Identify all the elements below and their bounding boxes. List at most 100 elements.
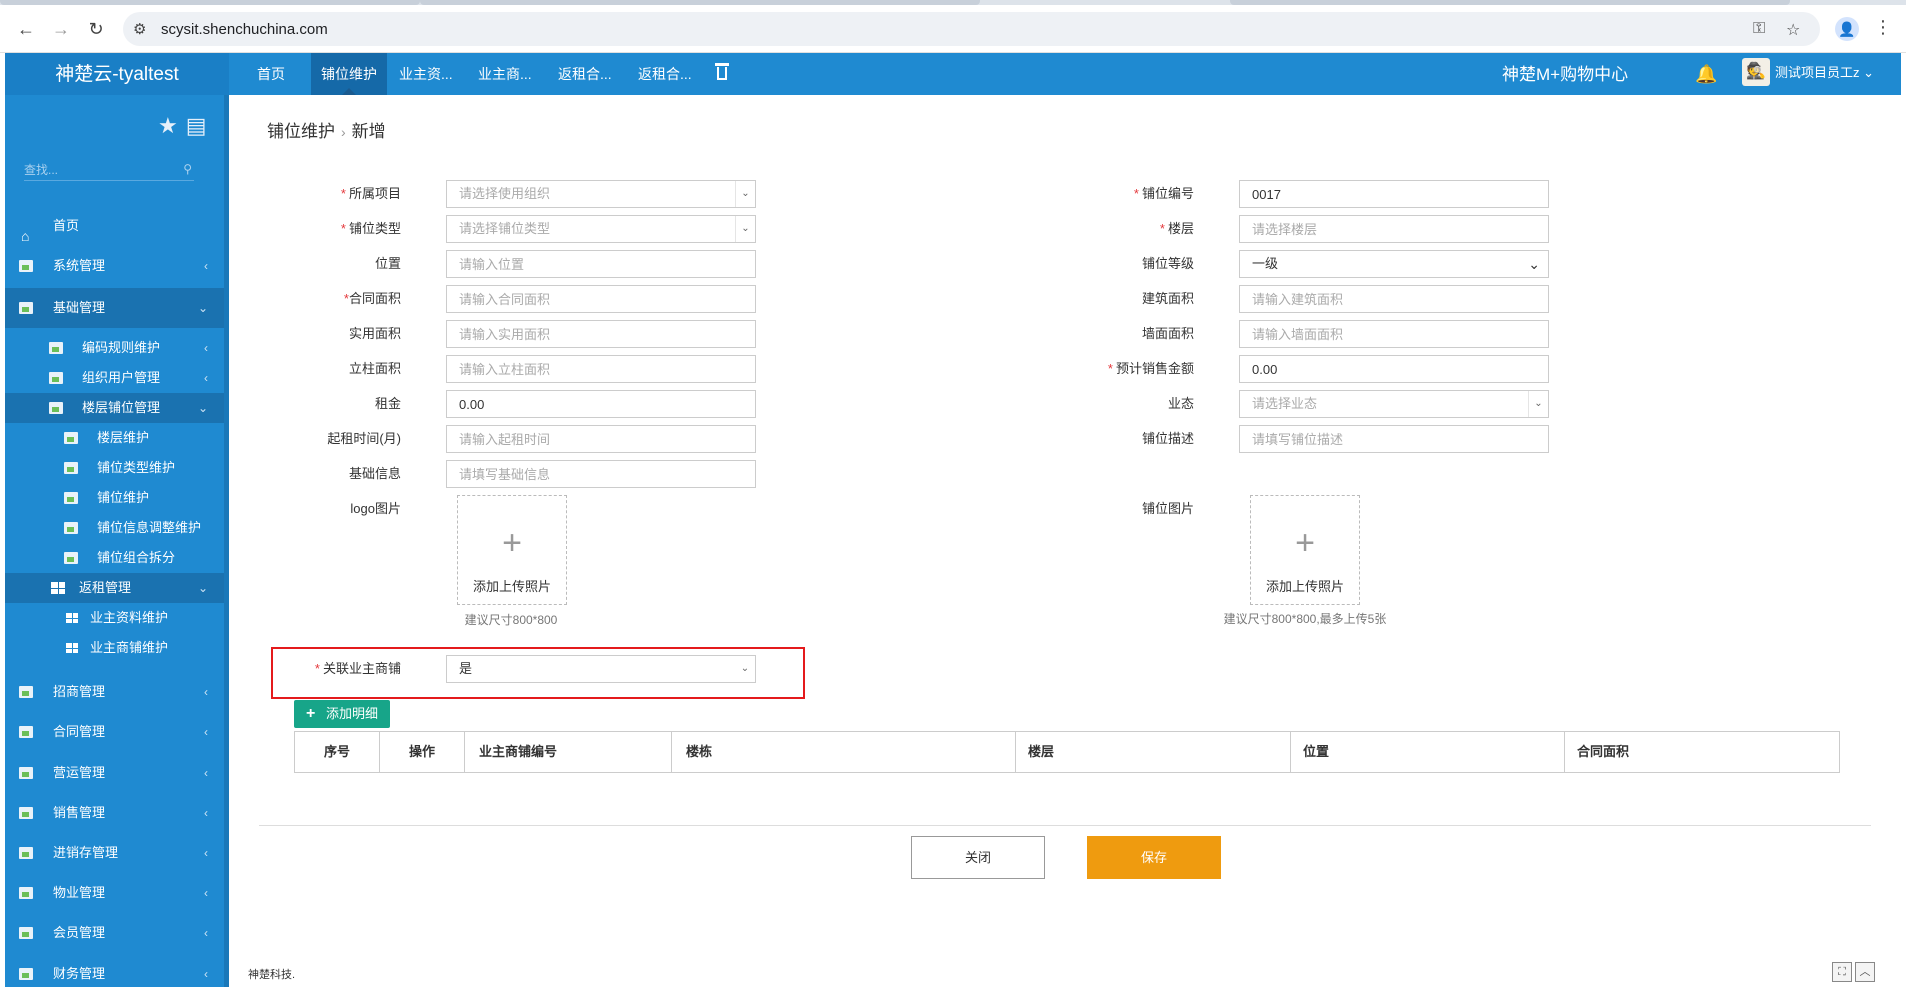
sidebar-item-label: 铺位维护 [97, 490, 150, 505]
column-header[interactable]: 楼层 [1016, 732, 1291, 772]
shop-code-input[interactable] [1239, 180, 1549, 208]
tab-home[interactable]: 首页 [247, 53, 295, 95]
chevron-left-icon: ‹ [204, 259, 208, 273]
rent-input[interactable] [446, 390, 756, 418]
scroll-top-icon[interactable]: ︿ [1855, 962, 1875, 982]
password-key-icon[interactable]: ⚿ [1753, 20, 1765, 38]
shop-desc-input[interactable] [1239, 425, 1549, 453]
shop-type-label: * 铺位类型 [340, 221, 401, 236]
sidebar-item-owner-info[interactable]: 业主资料维护 [5, 603, 224, 633]
column-header[interactable]: 操作 [380, 732, 465, 772]
sidebar-item-label: 编码规则维护 [82, 340, 161, 355]
project-label: * 所属项目 [340, 186, 401, 201]
sidebar-item-floor-maintain[interactable]: 楼层维护 [5, 423, 224, 453]
column-header[interactable]: 位置 [1291, 732, 1565, 772]
breadcrumb-parent[interactable]: 铺位维护 [267, 122, 335, 141]
sidebar-item-sales[interactable]: 销售管理 ‹ [5, 795, 224, 831]
contract-area-input[interactable] [446, 285, 756, 313]
column-header[interactable]: 楼栋 [672, 732, 1016, 772]
sidebar-item-owner-shop[interactable]: 业主商铺维护 [5, 633, 224, 663]
shop-grade-select[interactable]: 一级 ⌄ [1239, 250, 1549, 278]
address-bar[interactable]: ⚙ scysit.shenchuchina.com ⚿ ☆ [123, 12, 1820, 46]
back-icon[interactable]: ← [14, 17, 38, 41]
sidebar-item-contract[interactable]: 合同管理 ‹ [5, 714, 224, 750]
shop-image-upload[interactable]: + 添加上传照片 [1250, 495, 1360, 605]
column-header[interactable]: 合同面积 [1565, 732, 1839, 772]
linked-owner-shop-select[interactable]: 是 ⌄ [446, 655, 756, 683]
column-header[interactable]: 序号 [295, 732, 380, 772]
basic-info-input[interactable] [446, 460, 756, 488]
project-select[interactable]: 请选择使用组织 ⌄ [446, 180, 756, 208]
tab-shop-maintenance[interactable]: 铺位维护 [311, 53, 387, 95]
column-header[interactable]: 业主商铺编号 [465, 732, 672, 772]
url-text[interactable]: scysit.shenchuchina.com [161, 21, 328, 38]
image-icon [64, 552, 78, 564]
wall-area-input[interactable] [1239, 320, 1549, 348]
business-format-label: 业态 [1167, 396, 1194, 411]
add-detail-label: 添加明细 [326, 706, 379, 721]
image-icon [64, 462, 78, 474]
sidebar-item-shop-combine[interactable]: 铺位组合拆分 [5, 543, 224, 573]
actual-area-input[interactable] [446, 320, 756, 348]
sidebar-item-finance[interactable]: 财务管理 ‹ [5, 956, 224, 987]
bell-icon[interactable]: 🔔 [1695, 64, 1717, 85]
chevron-left-icon: ‹ [204, 806, 208, 820]
logo-upload[interactable]: + 添加上传照片 [457, 495, 567, 605]
avatar[interactable]: 🕵 [1742, 58, 1770, 86]
bookmark-star-icon[interactable]: ☆ [1786, 20, 1800, 40]
search-icon[interactable]: ⚲ [183, 162, 192, 176]
tab-owner-shop[interactable]: 业主商... [468, 53, 542, 95]
image-icon [19, 847, 33, 859]
building-area-input[interactable] [1239, 285, 1549, 313]
location-input[interactable] [446, 250, 756, 278]
sidebar-item-code-rules[interactable]: 编码规则维护 ‹ [5, 333, 224, 363]
sidebar-item-shop-type[interactable]: 铺位类型维护 [5, 453, 224, 483]
floor-input[interactable] [1239, 215, 1549, 243]
expected-sales-input[interactable] [1239, 355, 1549, 383]
shop-grade-label: 铺位等级 [1141, 256, 1194, 271]
sidebar-item-shop-maintain[interactable]: 铺位维护 [5, 483, 224, 513]
forward-icon[interactable]: → [49, 17, 73, 41]
sidebar-item-leasing[interactable]: 招商管理 ‹ [5, 674, 224, 710]
sidebar-item-inventory[interactable]: 进销存管理 ‹ [5, 835, 224, 871]
sidebar-item-org-users[interactable]: 组织用户管理 ‹ [5, 363, 224, 393]
pillar-area-input[interactable] [446, 355, 756, 383]
star-icon[interactable]: ★ [158, 113, 178, 138]
chevron-left-icon: ‹ [204, 967, 208, 981]
plus-icon: + [1295, 524, 1315, 562]
list-icon[interactable]: ▤ [186, 113, 207, 138]
chevron-down-icon: ⌄ [1528, 256, 1540, 272]
rent-start-input[interactable] [446, 425, 756, 453]
site-info-icon[interactable]: ⚙ [133, 20, 146, 38]
sidebar-item-floor-shop[interactable]: 楼层铺位管理 ⌄ [5, 393, 224, 423]
browser-menu-icon[interactable]: ⋮ [1874, 17, 1892, 38]
sidebar-item-label: 财务管理 [53, 966, 106, 981]
profile-icon[interactable]: 👤 [1835, 17, 1859, 41]
sidebar-item-basic[interactable]: 基础管理 ⌄ [5, 288, 224, 328]
sidebar-item-member[interactable]: 会员管理 ‹ [5, 915, 224, 951]
tab-leaseback-contract-2[interactable]: 返租合... [628, 53, 702, 95]
fullscreen-icon[interactable]: ⛶ [1832, 962, 1852, 982]
sidebar-item-home[interactable]: ⌂ 首页 [5, 208, 224, 244]
mall-name[interactable]: 神楚M+购物中心 [1502, 53, 1628, 97]
reload-icon[interactable]: ↻ [84, 17, 108, 41]
chevron-left-icon: ‹ [204, 371, 208, 385]
add-detail-button[interactable]: + 添加明细 [294, 700, 390, 728]
business-format-select[interactable]: 请选择业态 ⌄ [1239, 390, 1549, 418]
brand-logo[interactable]: 神楚云-tyaltest [5, 53, 229, 95]
save-button[interactable]: 保存 [1087, 836, 1221, 879]
sidebar-search-input[interactable] [24, 159, 174, 181]
close-button[interactable]: 关闭 [911, 836, 1045, 879]
user-menu[interactable]: 测试项目员工z ⌄ [1775, 53, 1874, 93]
sidebar-item-shop-adjust[interactable]: 铺位信息调整维护 [5, 513, 224, 543]
trash-icon[interactable] [715, 63, 729, 81]
shop-type-select[interactable]: 请选择铺位类型 ⌄ [446, 215, 756, 243]
sidebar-item-operation[interactable]: 营运管理 ‹ [5, 755, 224, 791]
sidebar: ★ ▤ ⚲ ⌂ 首页 系统管理 ‹ 基础管理 ⌄ 编码规则维护 ‹ 组织用户管理 … [5, 95, 229, 987]
tab-leaseback-contract-1[interactable]: 返租合... [548, 53, 622, 95]
sidebar-item-leaseback[interactable]: 返租管理 ⌄ [5, 573, 224, 603]
tab-owner-info[interactable]: 业主资... [389, 53, 463, 95]
actual-area-label: 实用面积 [348, 326, 401, 341]
sidebar-item-system[interactable]: 系统管理 ‹ [5, 248, 224, 284]
sidebar-item-property[interactable]: 物业管理 ‹ [5, 875, 224, 911]
